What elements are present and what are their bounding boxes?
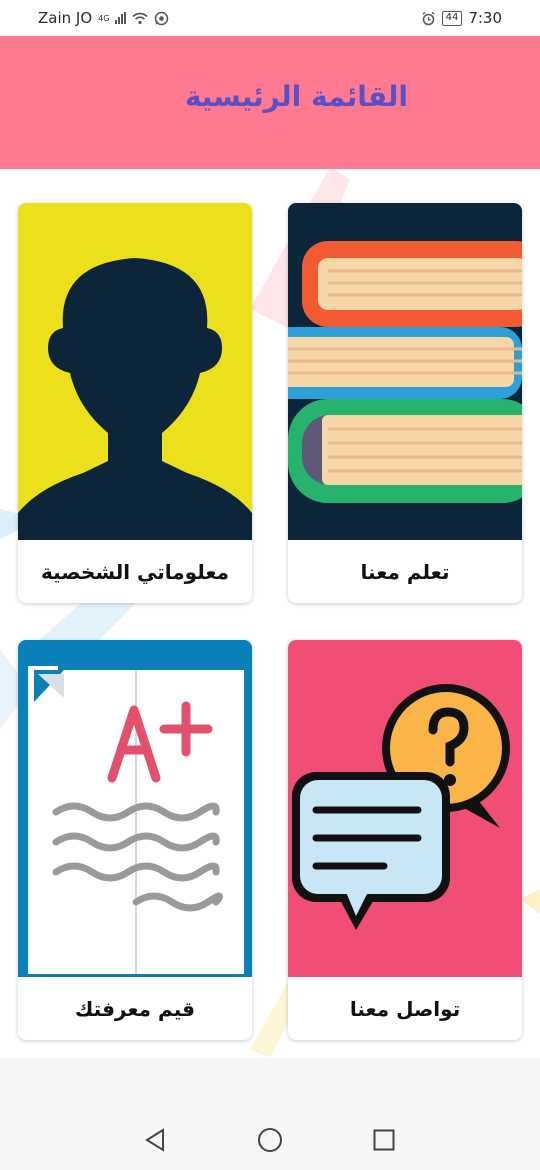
back-icon[interactable] [137, 1122, 173, 1158]
contact-card-label: تواصل معنا [349, 996, 461, 1021]
app-header: القائمة الرئيسية [0, 36, 540, 169]
alarm-icon [422, 11, 435, 25]
learn-card[interactable]: تعلم معنا [288, 203, 522, 603]
user-silhouette-icon [18, 203, 252, 540]
wifi-icon [132, 12, 148, 24]
status-left: Zain JO 4G [38, 9, 169, 27]
quiz-card-label: قيم معرفتك [75, 996, 195, 1021]
page-title: القائمة الرئيسية [184, 80, 408, 113]
main-grid: تعلم معنا معلوماتي الشخصية تواصل معنا قي… [0, 169, 540, 1058]
contact-card[interactable]: تواصل معنا [288, 640, 522, 1040]
status-bar: Zain JO 4G 44 7:30 [0, 0, 540, 36]
status-right: 44 7:30 [421, 9, 502, 27]
chat-bubbles-icon [288, 640, 522, 977]
battery-icon: 44 [441, 10, 463, 26]
whatsapp-icon [155, 11, 169, 25]
carrier-label: Zain JO [38, 9, 93, 27]
home-icon[interactable] [252, 1122, 288, 1158]
learn-card-label: تعلم معنا [360, 559, 450, 584]
graded-paper-icon [18, 640, 252, 977]
books-icon [288, 203, 522, 540]
quiz-card[interactable]: قيم معرفتك [18, 640, 252, 1040]
profile-card-label: معلوماتي الشخصية [40, 559, 230, 584]
signal-icon [115, 12, 127, 24]
battery-level: 44 [445, 12, 459, 23]
profile-card[interactable]: معلوماتي الشخصية [18, 203, 252, 603]
recents-icon[interactable] [366, 1122, 402, 1158]
network-type: 4G [98, 13, 110, 23]
status-time: 7:30 [468, 9, 502, 27]
